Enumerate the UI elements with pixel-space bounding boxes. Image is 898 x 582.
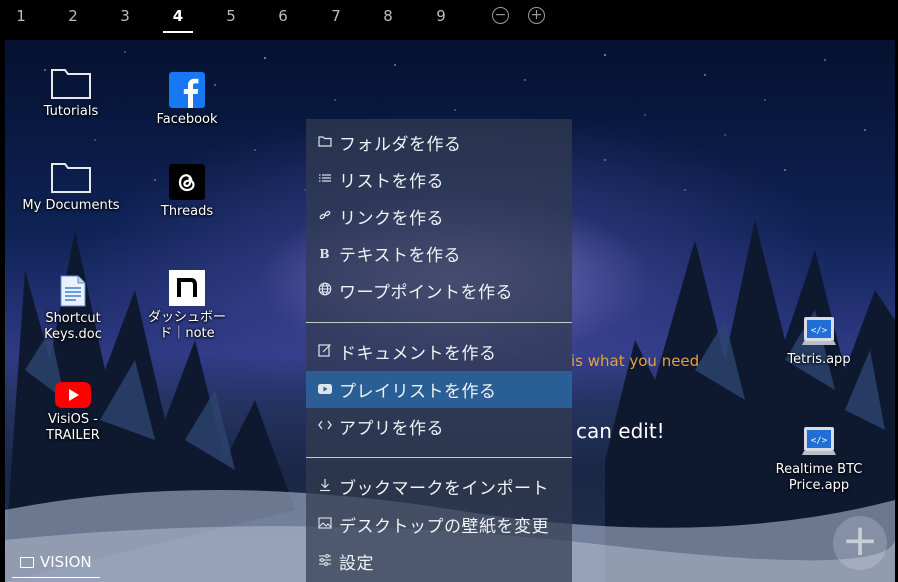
facebook-icon xyxy=(169,72,205,108)
desktop-icon-label: My Documents xyxy=(22,198,120,213)
document-icon xyxy=(60,275,86,307)
menu-divider xyxy=(306,457,572,458)
desktop-icon-label: ダッシュボード｜note xyxy=(147,310,226,341)
zoom-out-button[interactable]: − xyxy=(492,7,509,24)
menu-item-settings[interactable]: 設定 xyxy=(306,543,572,580)
window-stack-icon xyxy=(20,557,34,568)
sliders-icon xyxy=(306,554,339,569)
zoom-in-button[interactable]: + xyxy=(528,7,545,24)
desktop-icon-label: Threads xyxy=(160,204,214,219)
menu-item-label: ブックマークをインポート xyxy=(339,479,549,499)
desktop-icon-label: Shortcut Keys.doc xyxy=(44,311,102,342)
wallpaper-text-line1: is what you need xyxy=(571,352,700,370)
desktop-icon-label: VisiOS - TRAILER xyxy=(46,412,100,443)
tab-2[interactable]: 2 xyxy=(58,0,88,33)
menu-item-create-app[interactable]: アプリを作る xyxy=(306,408,572,445)
tab-8[interactable]: 8 xyxy=(373,0,403,33)
desktop-icon-label: Tetris.app xyxy=(787,352,851,367)
desktop-icon-facebook[interactable]: Facebook xyxy=(132,72,242,128)
tab-7[interactable]: 7 xyxy=(321,0,351,33)
menu-item-create-link[interactable]: リンクを作る xyxy=(306,198,572,235)
image-icon xyxy=(306,517,339,532)
svg-text:</>: </> xyxy=(811,436,828,446)
threads-icon xyxy=(169,164,205,200)
desktop-icon-label: Realtime BTC Price.app xyxy=(775,462,863,493)
menu-item-create-document[interactable]: ドキュメントを作る xyxy=(306,333,572,370)
menu-item-label: フォルダを作る xyxy=(339,135,462,155)
add-item-button[interactable]: + xyxy=(833,516,887,570)
desktop-icon-tutorials[interactable]: Tutorials xyxy=(16,66,126,120)
menu-item-create-warppoint[interactable]: ワープポイントを作る xyxy=(306,272,572,309)
list-icon xyxy=(306,172,339,187)
tab-1[interactable]: 1 xyxy=(6,0,36,33)
code-icon xyxy=(306,419,339,434)
menu-item-label: ドキュメントを作る xyxy=(339,344,497,364)
desktop-icon-my-documents[interactable]: My Documents xyxy=(16,160,126,214)
workspace-label-text: VISION xyxy=(40,553,92,571)
youtube-icon xyxy=(55,382,91,408)
desktop-icon-threads[interactable]: Threads xyxy=(132,164,242,220)
text-bold-icon: B xyxy=(319,246,330,261)
menu-item-label: プレイリストを作る xyxy=(339,382,497,402)
download-icon xyxy=(306,478,339,495)
tab-6[interactable]: 6 xyxy=(268,0,298,33)
menu-item-create-folder[interactable]: フォルダを作る xyxy=(306,124,572,161)
desktop-icon-label: Tutorials xyxy=(43,104,99,119)
desktop-icon-label: Facebook xyxy=(156,112,218,127)
desktop-icon-shortcut-keys[interactable]: Shortcut Keys.doc xyxy=(18,275,128,343)
desktop-icon-dashboard-note[interactable]: ダッシュボード｜note xyxy=(132,270,242,342)
menu-item-label: アプリを作る xyxy=(339,419,444,439)
tab-9[interactable]: 9 xyxy=(426,0,456,33)
edit-document-icon xyxy=(306,343,339,360)
menu-divider xyxy=(306,322,572,323)
menu-item-label: デスクトップの壁紙を変更 xyxy=(339,517,549,537)
workspace-label[interactable]: VISION xyxy=(12,548,100,578)
desktop-icon-visios-trailer[interactable]: VisiOS - TRAILER xyxy=(18,382,128,444)
youtube-icon xyxy=(306,383,339,397)
app-code-icon: </> xyxy=(802,427,836,455)
menu-item-label: ワープポイントを作る xyxy=(339,283,513,303)
menu-item-change-wallpaper[interactable]: デスクトップの壁紙を変更 xyxy=(306,506,572,543)
wallpaper-text-line2: can edit! xyxy=(576,419,665,443)
link-icon xyxy=(306,209,339,224)
tab-4[interactable]: 4 xyxy=(163,0,193,33)
menu-item-create-text[interactable]: B テキストを作る xyxy=(306,235,572,272)
menu-item-label: リストを作る xyxy=(339,172,444,192)
context-menu: フォルダを作る リストを作る リンクを作る B テキストを作る ワープポイントを… xyxy=(306,119,572,582)
folder-icon xyxy=(51,69,91,99)
menu-item-create-playlist[interactable]: プレイリストを作る xyxy=(306,371,572,408)
workspace-tab-bar: 1 2 3 4 5 6 7 8 9 − + xyxy=(0,0,898,33)
folder-icon xyxy=(306,135,339,150)
note-logo-icon xyxy=(169,270,205,306)
menu-item-import-bookmarks[interactable]: ブックマークをインポート xyxy=(306,468,572,505)
desktop-icon-btc-price[interactable]: </> Realtime BTC Price.app xyxy=(764,426,874,494)
folder-icon xyxy=(51,163,91,193)
globe-icon xyxy=(306,282,339,299)
tab-5[interactable]: 5 xyxy=(216,0,246,33)
tab-3[interactable]: 3 xyxy=(110,0,140,33)
app-code-icon: </> xyxy=(802,317,836,345)
menu-item-label: リンクを作る xyxy=(339,209,444,229)
svg-text:</>: </> xyxy=(811,326,828,336)
menu-item-label: テキストを作る xyxy=(339,246,461,266)
menu-item-label: 設定 xyxy=(339,554,374,574)
menu-item-create-list[interactable]: リストを作る xyxy=(306,161,572,198)
desktop-icon-tetris[interactable]: </> Tetris.app xyxy=(764,316,874,368)
